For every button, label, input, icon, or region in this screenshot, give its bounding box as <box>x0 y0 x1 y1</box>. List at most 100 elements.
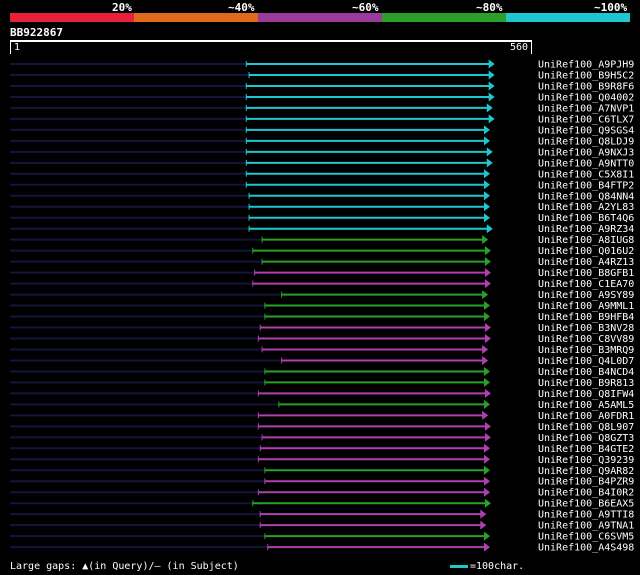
hit-label[interactable]: UniRef100_B3NV28 <box>538 323 634 334</box>
hit-label[interactable]: UniRef100_C5X8I1 <box>538 169 634 180</box>
hit-label[interactable]: UniRef100_B9R8F6 <box>538 81 634 92</box>
hit-label[interactable]: UniRef100_Q8LDJ9 <box>538 136 634 147</box>
hit-label[interactable]: UniRef100_A9MML1 <box>538 301 634 312</box>
hit-label[interactable]: UniRef100_A9TTI8 <box>538 510 634 521</box>
hit-label[interactable]: UniRef100_B4NCD4 <box>538 367 634 378</box>
hit-label[interactable]: UniRef100_B9H5C2 <box>538 70 634 81</box>
hit-row[interactable]: UniRef100_B4FTP2 <box>10 180 634 191</box>
hit-row[interactable]: UniRef100_A9RZ34 <box>10 224 634 235</box>
hit-row[interactable]: UniRef100_Q8LDJ9 <box>10 136 634 147</box>
hit-arrowhead <box>484 312 490 322</box>
hit-row[interactable]: UniRef100_B9R813 <box>10 377 634 389</box>
hit-row[interactable]: UniRef100_B9R8F6 <box>10 81 634 92</box>
hit-row[interactable]: UniRef100_Q8IFW4 <box>10 388 634 400</box>
hit-row[interactable]: UniRef100_C8VV89 <box>10 334 634 345</box>
hit-label[interactable]: UniRef100_C8VV89 <box>538 334 634 345</box>
hit-row[interactable]: UniRef100_A2YL83 <box>10 202 634 213</box>
hit-row[interactable]: UniRef100_A7NVP1 <box>10 103 634 114</box>
hit-label[interactable]: UniRef100_B4PZR9 <box>538 477 634 488</box>
hit-row[interactable]: UniRef100_A9NXJ3 <box>10 147 634 158</box>
hit-label[interactable]: UniRef100_B6T4Q6 <box>538 213 634 224</box>
hit-label[interactable]: UniRef100_B9R813 <box>538 378 634 389</box>
hit-row[interactable]: UniRef100_Q8L907 <box>10 421 634 433</box>
hit-label[interactable]: UniRef100_Q9SGS4 <box>538 125 634 136</box>
hit-label[interactable]: UniRef100_A9NTT0 <box>538 158 634 169</box>
hit-label[interactable]: UniRef100_A9TNA1 <box>538 521 634 532</box>
hit-label[interactable]: UniRef100_C6TLX7 <box>538 114 634 125</box>
hit-row[interactable]: UniRef100_C6SVM5 <box>10 531 634 543</box>
hit-row[interactable]: UniRef100_A9MML1 <box>10 301 634 312</box>
hit-row[interactable]: UniRef100_A0FDR1 <box>10 410 634 422</box>
hit-label[interactable]: UniRef100_B4GTE2 <box>538 444 634 455</box>
hit-row[interactable]: UniRef100_A9SY89 <box>10 290 634 301</box>
hit-label[interactable]: UniRef100_B4I0R2 <box>538 488 634 499</box>
hit-label[interactable]: UniRef100_A9RZ34 <box>538 224 634 235</box>
hit-label[interactable]: UniRef100_A0FDR1 <box>538 411 634 422</box>
hit-row[interactable]: UniRef100_B8GFB1 <box>10 268 634 279</box>
hit-row[interactable]: UniRef100_B4PZR9 <box>10 476 634 488</box>
hit-label[interactable]: UniRef100_B6EAX5 <box>538 499 634 510</box>
hit-label[interactable]: UniRef100_Q84NN4 <box>538 191 634 202</box>
hit-label[interactable]: UniRef100_A7NVP1 <box>538 103 634 114</box>
hit-row[interactable]: UniRef100_Q8GZT3 <box>10 432 634 444</box>
hit-label[interactable]: UniRef100_Q04002 <box>538 92 634 103</box>
hit-label[interactable]: UniRef100_C6SVM5 <box>538 532 634 543</box>
hit-label[interactable]: UniRef100_A5AML5 <box>538 400 634 411</box>
hit-row[interactable]: UniRef100_Q4L0D7 <box>10 355 634 367</box>
hit-row[interactable]: UniRef100_A8IUG8 <box>10 235 634 246</box>
hit-row[interactable]: UniRef100_C5X8I1 <box>10 169 634 180</box>
hit-row[interactable]: UniRef100_C6TLX7 <box>10 114 634 125</box>
hit-arrowhead <box>482 410 489 420</box>
hit-arrowhead <box>484 334 491 343</box>
hit-label[interactable]: UniRef100_Q016U2 <box>538 246 634 257</box>
hit-arrowhead <box>480 520 487 530</box>
hit-row[interactable]: UniRef100_B9H5C2 <box>10 70 634 81</box>
hit-arrowhead <box>484 366 490 376</box>
hit-row[interactable]: UniRef100_Q016U2 <box>10 246 634 257</box>
hit-row[interactable]: UniRef100_B6T4Q6 <box>10 213 634 224</box>
hit-arrowhead <box>488 114 495 124</box>
hit-row[interactable]: UniRef100_B9HFB4 <box>10 312 634 323</box>
hit-label[interactable]: UniRef100_Q9AR82 <box>538 466 634 477</box>
hit-label[interactable]: UniRef100_A9NXJ3 <box>538 147 634 158</box>
hit-label[interactable]: UniRef100_A4S498 <box>538 543 634 554</box>
hit-row[interactable]: UniRef100_Q9SGS4 <box>10 125 634 136</box>
hit-row[interactable]: UniRef100_A4RZ13 <box>10 257 634 268</box>
hit-label[interactable]: UniRef100_A2YL83 <box>538 202 634 213</box>
hit-row[interactable]: UniRef100_Q04002 <box>10 92 634 103</box>
hit-label[interactable]: UniRef100_Q4L0D7 <box>538 356 634 367</box>
hit-row[interactable]: UniRef100_B6EAX5 <box>10 498 634 510</box>
hit-label[interactable]: UniRef100_B3MRQ9 <box>538 345 634 356</box>
hit-label[interactable]: UniRef100_A9SY89 <box>538 290 634 301</box>
hit-row[interactable]: UniRef100_A9TTI8 <box>10 509 634 521</box>
hit-row[interactable]: UniRef100_Q9AR82 <box>10 465 634 477</box>
hit-label[interactable]: UniRef100_B8GFB1 <box>538 268 634 279</box>
hit-arrowhead <box>482 235 489 245</box>
hit-label[interactable]: UniRef100_A9PJH9 <box>538 60 634 71</box>
hit-row[interactable]: UniRef100_A4S498 <box>10 542 634 554</box>
hit-arrowhead <box>486 158 493 168</box>
hit-row[interactable]: UniRef100_C1EA70 <box>10 279 634 290</box>
hit-label[interactable]: UniRef100_Q39239 <box>538 455 634 466</box>
hit-row[interactable]: UniRef100_B4NCD4 <box>10 366 634 378</box>
hit-label[interactable]: UniRef100_A8IUG8 <box>538 235 634 246</box>
hit-label[interactable]: UniRef100_B9HFB4 <box>538 312 634 323</box>
hit-label[interactable]: UniRef100_A4RZ13 <box>538 257 634 268</box>
hit-row[interactable]: UniRef100_B3MRQ9 <box>10 344 634 356</box>
hit-row[interactable]: UniRef100_B3NV28 <box>10 323 634 334</box>
hit-label[interactable]: UniRef100_C1EA70 <box>538 279 634 290</box>
hit-row[interactable]: UniRef100_A9NTT0 <box>10 158 634 169</box>
hit-label[interactable]: UniRef100_B4FTP2 <box>538 180 634 191</box>
hit-row[interactable]: UniRef100_A9PJH9 <box>10 59 634 71</box>
hit-row[interactable]: UniRef100_Q39239 <box>10 454 634 466</box>
hit-label[interactable]: UniRef100_Q8L907 <box>538 422 634 433</box>
hit-row[interactable]: UniRef100_B4I0R2 <box>10 487 634 499</box>
hit-label[interactable]: UniRef100_Q8GZT3 <box>538 433 634 444</box>
hit-row[interactable]: UniRef100_B4GTE2 <box>10 443 634 455</box>
hit-arrowhead <box>484 257 491 267</box>
hit-row[interactable]: UniRef100_Q84NN4 <box>10 191 634 202</box>
hit-row[interactable]: UniRef100_A9TNA1 <box>10 520 634 532</box>
hit-label[interactable]: UniRef100_Q8IFW4 <box>538 389 634 400</box>
hit-arrowhead <box>488 59 495 69</box>
hit-row[interactable]: UniRef100_A5AML5 <box>10 399 634 411</box>
